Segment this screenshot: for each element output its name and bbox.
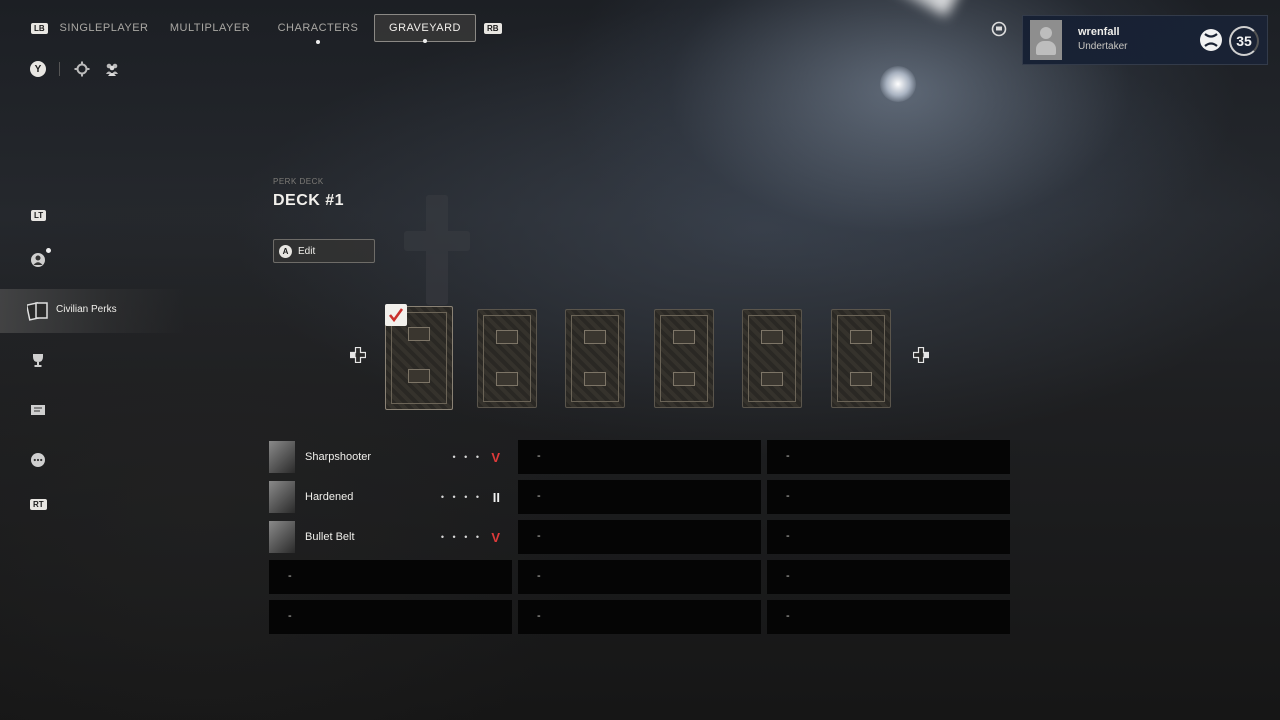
empty-perk-slot[interactable]: - — [518, 480, 761, 514]
perk-rank-dots: • • • — [452, 452, 482, 462]
perk-name: Sharpshooter — [305, 451, 372, 463]
perk-thumbnail — [269, 481, 295, 513]
dpad-right-icon[interactable] — [913, 347, 929, 363]
perk-row[interactable]: Hardened • • • • II — [269, 480, 512, 514]
empty-slot-label: - — [786, 610, 790, 622]
empty-slot-label: - — [786, 570, 790, 582]
profile-card[interactable]: wrenfall Undertaker 35 — [1022, 15, 1268, 65]
xbox-icon — [1200, 29, 1222, 51]
empty-slot-label: - — [786, 450, 790, 462]
perk-cards-icon — [27, 302, 48, 321]
lb-button-hint[interactable]: LB — [31, 23, 48, 34]
divider — [59, 62, 60, 76]
checkmark-icon — [388, 308, 404, 323]
dpad-left-icon[interactable] — [350, 347, 366, 363]
empty-slot-label: - — [537, 450, 541, 462]
empty-perk-slot[interactable]: - — [767, 560, 1010, 594]
perk-card-3[interactable] — [565, 309, 625, 408]
empty-perk-slot[interactable]: - — [767, 600, 1010, 634]
tab-label: GRAVEYARD — [389, 22, 461, 34]
searchlight-beam — [716, 0, 975, 17]
character-icon[interactable] — [30, 252, 46, 268]
empty-slot-label: - — [537, 530, 541, 542]
edit-deck-button[interactable]: A Edit — [273, 239, 375, 263]
player-name: wrenfall — [1078, 26, 1120, 38]
perk-rank-dots: • • • • — [440, 532, 482, 542]
empty-perk-slot[interactable]: - — [269, 560, 512, 594]
perk-card-4[interactable] — [654, 309, 714, 408]
empty-perk-slot[interactable]: - — [518, 520, 761, 554]
empty-slot-label: - — [537, 610, 541, 622]
deck-subtitle: PERK DECK — [273, 177, 324, 186]
perk-thumbnail — [269, 441, 295, 473]
perk-rank-dots: • • • • — [440, 492, 482, 502]
active-tab-dot — [423, 39, 427, 43]
empty-slot-label: - — [537, 570, 541, 582]
empty-perk-slot[interactable]: - — [518, 600, 761, 634]
empty-slot-label: - — [786, 530, 790, 542]
perk-card-2[interactable] — [477, 309, 537, 408]
rt-button-hint[interactable]: RT — [30, 499, 47, 510]
perk-tier-mark: V — [491, 449, 500, 465]
empty-perk-slot[interactable]: - — [767, 520, 1010, 554]
a-button-icon: A — [279, 244, 292, 258]
friends-icon[interactable] — [104, 61, 120, 77]
tab-characters[interactable]: CHARACTERS — [277, 14, 359, 44]
gear-icon[interactable] — [74, 61, 90, 77]
ticket-icon[interactable] — [30, 402, 46, 418]
tab-label: SINGLEPLAYER — [59, 22, 149, 34]
chat-icon[interactable] — [991, 21, 1007, 37]
player-level-badge: 35 — [1229, 26, 1259, 56]
notification-dot — [316, 40, 320, 44]
avatar — [1030, 20, 1062, 60]
empty-perk-slot[interactable]: - — [269, 600, 512, 634]
perk-name: Bullet Belt — [305, 531, 355, 543]
player-title: Undertaker — [1078, 41, 1128, 52]
equipped-checkmark — [385, 304, 407, 326]
empty-perk-slot[interactable]: - — [767, 480, 1010, 514]
empty-slot-label: - — [288, 570, 292, 582]
rail-item-label: Civilian Perks — [56, 304, 117, 315]
empty-perk-slot[interactable]: - — [767, 440, 1010, 474]
tab-multiplayer[interactable]: MULTIPLAYER — [169, 14, 251, 42]
perk-row[interactable]: Bullet Belt • • • • V — [269, 520, 512, 554]
empty-perk-slot[interactable]: - — [518, 560, 761, 594]
tab-graveyard[interactable]: GRAVEYARD — [374, 14, 476, 43]
perk-tier-mark: V — [491, 529, 500, 545]
empty-slot-label: - — [786, 490, 790, 502]
perk-name: Hardened — [305, 491, 354, 503]
tab-label: MULTIPLAYER — [169, 22, 251, 34]
lt-button-hint[interactable]: LT — [31, 210, 47, 221]
y-button-icon[interactable]: Y — [30, 61, 46, 77]
empty-slot-label: - — [288, 610, 292, 622]
grave-cross-silhouette — [404, 195, 470, 305]
tab-label: CHARACTERS — [277, 22, 359, 34]
perk-tier-mark: II — [492, 489, 500, 505]
empty-slot-label: - — [537, 490, 541, 502]
perk-row[interactable]: Sharpshooter • • • V — [269, 440, 512, 474]
perk-card-6[interactable] — [831, 309, 891, 408]
edit-label: Edit — [298, 245, 316, 257]
perk-card-5[interactable] — [742, 309, 802, 408]
trophy-icon[interactable] — [30, 352, 46, 368]
more-options-icon[interactable] — [30, 452, 46, 468]
perk-thumbnail — [269, 521, 295, 553]
notification-dot — [46, 248, 51, 253]
deck-title: DECK #1 — [273, 192, 345, 209]
empty-perk-slot[interactable]: - — [518, 440, 761, 474]
tab-singleplayer[interactable]: SINGLEPLAYER — [59, 14, 149, 42]
searchlight — [880, 66, 916, 102]
rb-button-hint[interactable]: RB — [484, 23, 502, 34]
